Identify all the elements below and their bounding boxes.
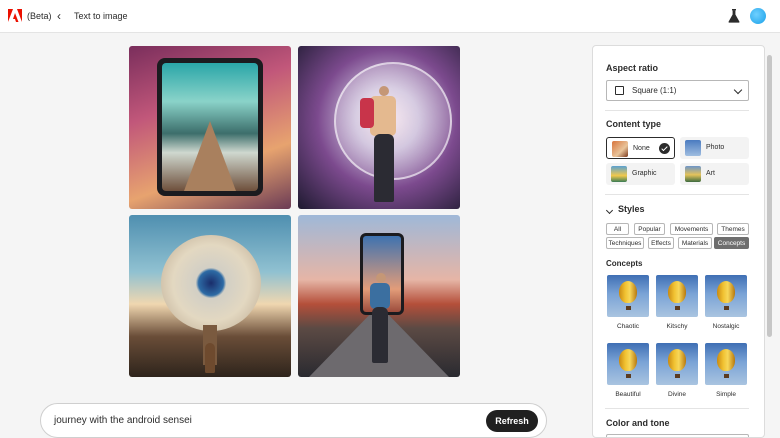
styles-title: Styles — [618, 204, 645, 214]
balloon-thumbnail-icon — [607, 275, 649, 317]
aspect-ratio-title: Aspect ratio — [606, 63, 659, 73]
adobe-logo-icon[interactable] — [8, 9, 22, 22]
concept-nostalgic[interactable]: Nostalgic — [705, 275, 747, 330]
divider — [605, 110, 749, 111]
concepts-title: Concepts — [606, 259, 643, 268]
chip-themes[interactable]: Themes — [717, 223, 749, 235]
generated-image-1[interactable] — [129, 46, 291, 209]
chip-materials[interactable]: Materials — [678, 237, 712, 249]
prompt-bar[interactable]: journey with the android sensei Refresh — [40, 403, 547, 438]
concept-label: Chaotic — [616, 323, 640, 330]
generated-image-3[interactable] — [129, 215, 291, 377]
globe-tree-illustration — [161, 235, 261, 331]
chip-all[interactable]: All — [606, 223, 629, 235]
concept-label: Beautiful — [615, 391, 641, 398]
chip-techniques[interactable]: Techniques — [606, 237, 644, 249]
refresh-button[interactable]: Refresh — [486, 410, 538, 432]
concept-divine[interactable]: Divine — [656, 343, 698, 398]
divider — [605, 194, 749, 195]
color-tone-select[interactable] — [606, 434, 749, 437]
divider — [605, 408, 749, 409]
concept-beautiful[interactable]: Beautiful — [607, 343, 649, 398]
chip-movements[interactable]: Movements — [670, 223, 713, 235]
chevron-down-icon[interactable] — [605, 206, 614, 215]
chevron-down-icon — [733, 85, 743, 95]
concept-label: Divine — [667, 391, 687, 398]
content-type-title: Content type — [606, 119, 661, 129]
settings-panel: Aspect ratio Square (1:1) Content type N… — [592, 45, 765, 438]
generated-image-4[interactable] — [298, 215, 460, 377]
aspect-ratio-select[interactable]: Square (1:1) — [606, 80, 749, 101]
content-type-label: Photo — [706, 144, 725, 151]
balloon-thumbnail-icon — [607, 343, 649, 385]
photo-thumbnail-icon — [685, 140, 701, 156]
concept-simple[interactable]: Simple — [705, 343, 747, 398]
balloon-thumbnail-icon — [656, 343, 698, 385]
balloon-thumbnail-icon — [705, 275, 747, 317]
prompt-input[interactable]: journey with the android sensei — [54, 415, 192, 426]
page-title: Text to image — [74, 11, 128, 21]
back-chevron-icon[interactable]: ‹ — [57, 9, 61, 23]
concept-label: Simple — [716, 391, 736, 398]
content-type-art[interactable]: Art — [680, 163, 749, 185]
concept-label: Kitschy — [666, 323, 688, 330]
concept-chaotic[interactable]: Chaotic — [607, 275, 649, 330]
concept-kitschy[interactable]: Kitschy — [656, 275, 698, 330]
balloon-thumbnail-icon — [705, 343, 747, 385]
content-type-label: None — [633, 145, 650, 152]
checkmark-icon — [659, 143, 670, 154]
generated-image-2[interactable] — [298, 46, 460, 209]
none-thumbnail-icon — [612, 141, 628, 157]
beta-label: (Beta) — [27, 11, 52, 21]
tablet-illustration — [157, 58, 263, 196]
art-thumbnail-icon — [685, 166, 701, 182]
color-and-tone-title: Color and tone — [606, 418, 670, 428]
content-type-photo[interactable]: Photo — [680, 137, 749, 159]
content-type-label: Art — [706, 170, 715, 177]
concept-label: Nostalgic — [712, 323, 740, 330]
chip-popular[interactable]: Popular — [634, 223, 665, 235]
content-type-graphic[interactable]: Graphic — [606, 163, 675, 185]
graphic-thumbnail-icon — [611, 166, 627, 182]
square-icon — [615, 86, 624, 95]
balloon-thumbnail-icon — [656, 275, 698, 317]
top-bar: (Beta) ‹ Text to image — [0, 0, 780, 33]
content-type-label: Graphic — [632, 170, 657, 177]
content-type-none[interactable]: None — [606, 137, 675, 159]
aspect-ratio-value: Square (1:1) — [632, 86, 677, 95]
chip-concepts[interactable]: Concepts — [714, 237, 749, 249]
panel-scrollbar[interactable] — [767, 55, 772, 337]
flask-icon[interactable] — [728, 9, 740, 23]
avatar[interactable] — [750, 8, 766, 24]
chip-effects[interactable]: Effects — [648, 237, 674, 249]
